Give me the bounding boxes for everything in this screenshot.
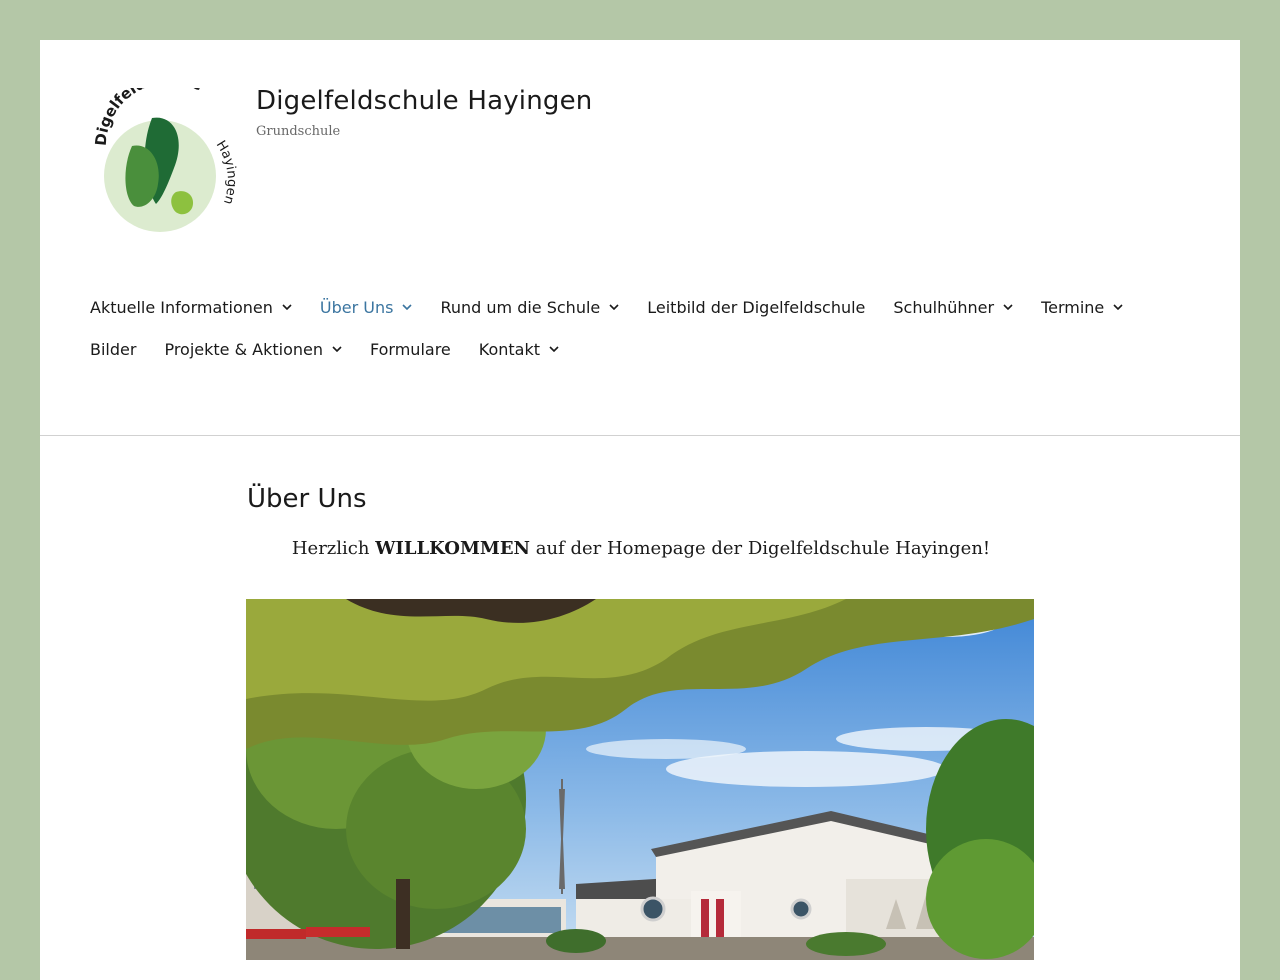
chevron-down-icon[interactable]: [609, 304, 619, 310]
nav-item-label: Formulare: [370, 339, 451, 359]
nav-item-termine[interactable]: Termine: [1041, 298, 1123, 317]
page-title: Über Uns: [247, 484, 367, 514]
chevron-down-icon[interactable]: [1003, 304, 1013, 310]
nav-item-label: Kontakt: [478, 339, 541, 359]
svg-text:Hayingen: Hayingen: [213, 138, 239, 206]
main-content: Über Uns Herzlich WILLKOMMEN auf der Hom…: [247, 484, 1035, 577]
site-logo[interactable]: Digelfeldschule Hayingen: [92, 69, 244, 238]
welcome-text: Herzlich WILLKOMMEN auf der Homepage der…: [247, 538, 1035, 559]
site-title[interactable]: Digelfeldschule Hayingen: [256, 86, 592, 116]
chevron-down-icon[interactable]: [402, 304, 413, 310]
nav-item-label: Über Uns: [319, 297, 394, 317]
chevron-down-icon[interactable]: [549, 346, 559, 352]
nav-item-label: Leitbild der Digelfeldschule: [647, 297, 866, 317]
nav-item-label: Termine: [1041, 297, 1105, 317]
nav-row-2: Bilder Projekte & Aktionen Formulare Kon…: [90, 328, 1210, 370]
main-navigation: Aktuelle Informationen Über Uns Rund um …: [90, 286, 1210, 370]
nav-item-aktuelle-informationen[interactable]: Aktuelle Informationen: [90, 298, 292, 317]
header-divider: [40, 435, 1240, 436]
welcome-pre: Herzlich: [291, 538, 376, 559]
chevron-down-icon[interactable]: [1113, 304, 1123, 310]
school-photo: [246, 599, 1034, 960]
page-container: Digelfeldschule Hayingen Digelfeldschule…: [40, 40, 1240, 980]
nav-item-ueber-uns[interactable]: Über Uns: [320, 298, 413, 317]
welcome-post: auf der Homepage der Digelfeldschule Hay…: [530, 538, 991, 559]
logo-graphic: Digelfeldschule Hayingen: [92, 69, 239, 232]
nav-item-leitbild[interactable]: Leitbild der Digelfeldschule: [647, 298, 865, 317]
nav-item-kontakt[interactable]: Kontakt: [479, 340, 559, 359]
nav-item-rund-um-die-schule[interactable]: Rund um die Schule: [440, 298, 619, 317]
nav-item-projekte-aktionen[interactable]: Projekte & Aktionen: [164, 340, 342, 359]
nav-item-schulhuehner[interactable]: Schulhühner: [893, 298, 1013, 317]
nav-item-label: Schulhühner: [893, 297, 995, 317]
chevron-down-icon[interactable]: [282, 304, 292, 310]
chevron-down-icon[interactable]: [332, 346, 342, 352]
nav-item-label: Aktuelle Informationen: [90, 297, 273, 317]
nav-item-label: Bilder: [90, 339, 137, 359]
nav-item-label: Projekte & Aktionen: [164, 339, 323, 359]
nav-item-formulare[interactable]: Formulare: [370, 340, 451, 359]
school-building-image: [246, 599, 1034, 960]
welcome-strong: WILLKOMMEN: [375, 538, 531, 559]
nav-item-label: Rund um die Schule: [440, 297, 601, 317]
nav-row-1: Aktuelle Informationen Über Uns Rund um …: [90, 286, 1210, 328]
site-description: Grundschule: [256, 124, 341, 139]
nav-item-bilder[interactable]: Bilder: [90, 340, 136, 359]
